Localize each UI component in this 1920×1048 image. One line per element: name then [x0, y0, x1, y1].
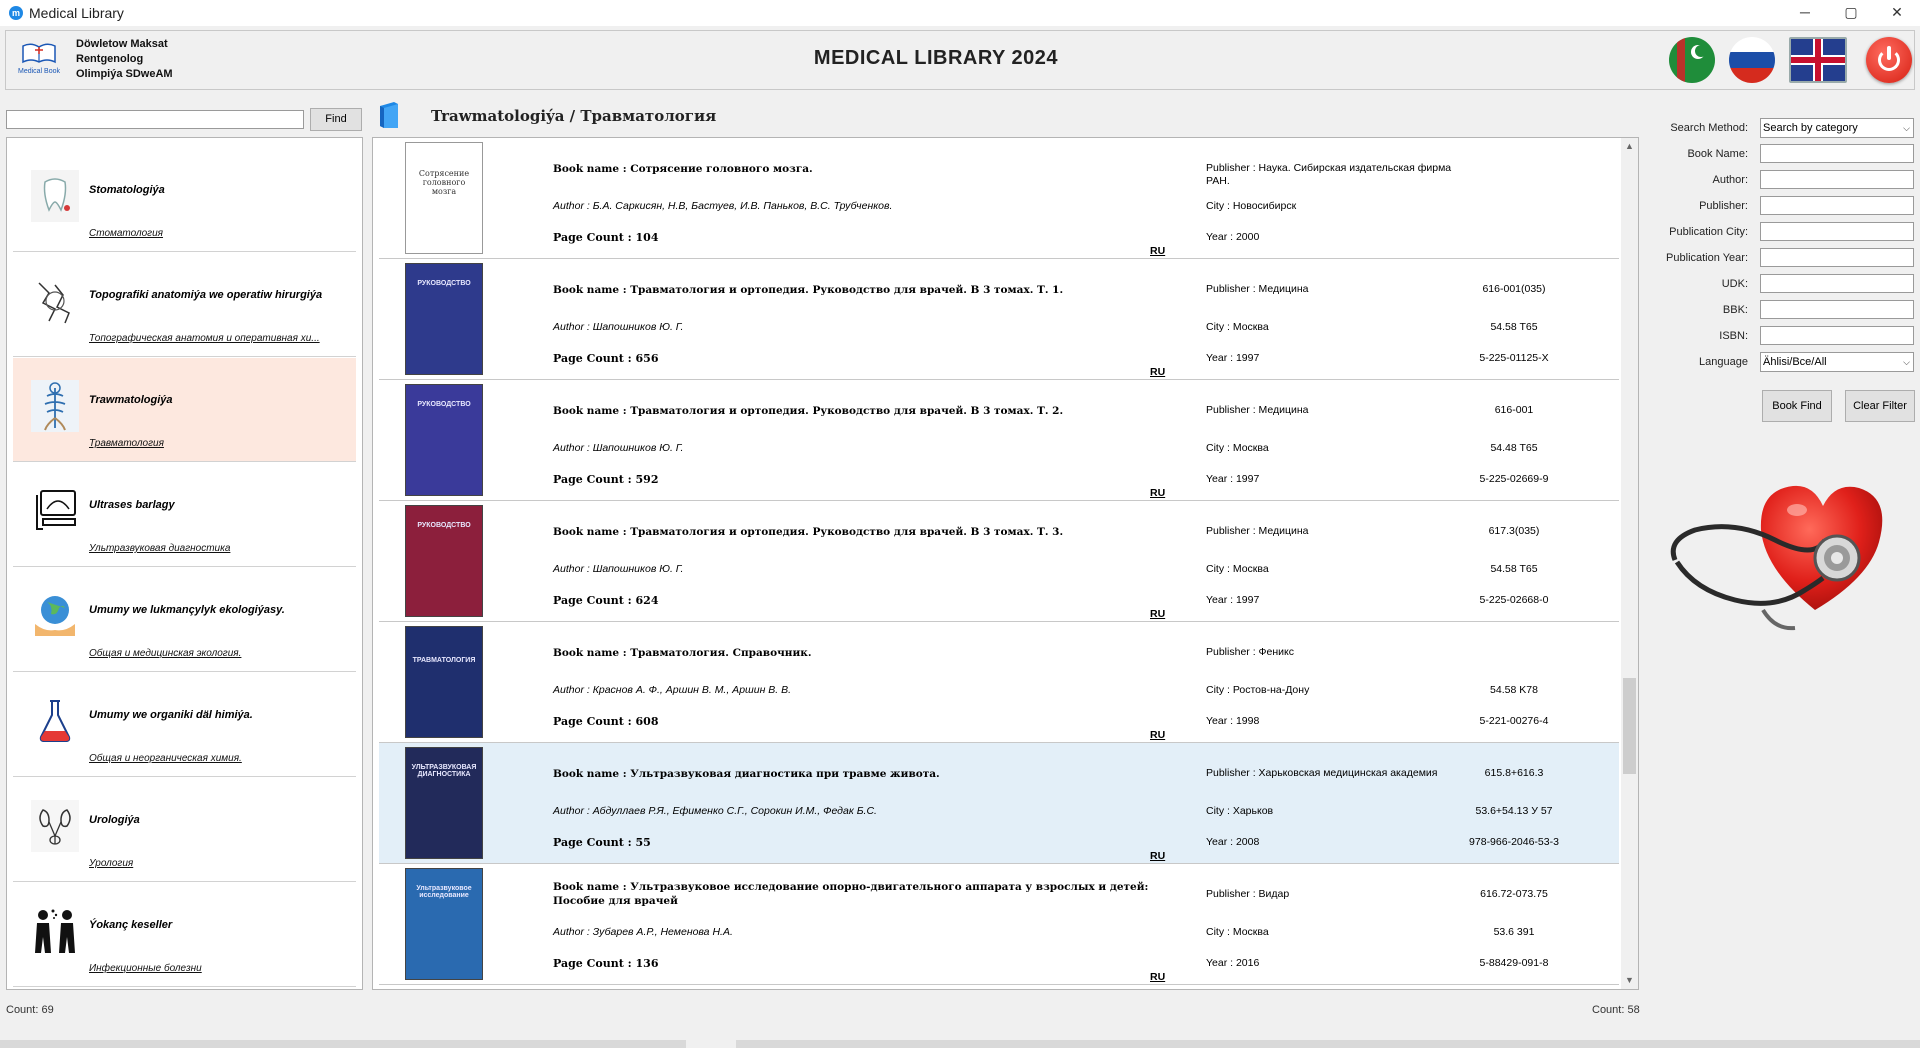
heart-stethoscope-icon: [1670, 485, 1883, 631]
ultrasound-icon: [36, 490, 76, 530]
udk-input[interactable]: [1760, 274, 1914, 293]
book-find-button[interactable]: Book Find: [1762, 390, 1832, 422]
books-count: Count: 58: [1592, 1004, 1640, 1016]
publication-year-label: Publication Year:: [1666, 252, 1748, 264]
book-list: Сотрясение головного мозга Book name : С…: [372, 137, 1639, 990]
book-cover: РУКОВОДСТВО: [405, 263, 483, 375]
bbk-label: BBK:: [1722, 304, 1748, 316]
publisher-label: Publisher:: [1699, 200, 1748, 212]
skeleton-icon: [31, 380, 79, 432]
category-item-umumy-himiya[interactable]: Umumy we organiki däl himiýa. Общая и не…: [13, 673, 356, 777]
category-item-stomatologiya[interactable]: Stomatologiýa Стоматология: [13, 148, 356, 252]
category-count: Count: 69: [6, 1004, 54, 1016]
russian-flag-button[interactable]: [1729, 37, 1775, 83]
publication-city-input[interactable]: [1760, 222, 1914, 241]
english-flag-button[interactable]: [1789, 37, 1847, 83]
language-link[interactable]: RU: [1150, 850, 1165, 862]
scroll-thumb[interactable]: [1623, 678, 1636, 774]
book-category-icon: [380, 102, 398, 128]
minimize-button[interactable]: ─: [1782, 0, 1828, 26]
publisher-input[interactable]: [1760, 196, 1914, 215]
language-link[interactable]: RU: [1150, 245, 1165, 257]
scroll-down-icon[interactable]: ▼: [1621, 972, 1638, 989]
book-row[interactable]: ТРАВМАТОЛОГИЯ Book name : Травматология.…: [379, 622, 1619, 743]
language-select[interactable]: Ählisi/Все/All ⌵: [1760, 352, 1914, 372]
book-cover: РУКОВОДСТВО: [405, 505, 483, 617]
taskbar-strip: [0, 1040, 1920, 1048]
category-search-input[interactable]: [6, 110, 304, 129]
category-header: Trawmatologiýa / Травматология: [431, 107, 717, 125]
anatomy-icon: [38, 282, 70, 324]
book-name-input[interactable]: [1760, 144, 1914, 163]
app-title: MEDICAL LIBRARY 2024: [813, 47, 1059, 69]
search-method-select[interactable]: Search by category ⌵: [1760, 118, 1914, 138]
book-cover: РУКОВОДСТВО: [405, 384, 483, 496]
category-item-ultrases-barlagy[interactable]: Ultrases barlagy Ультразвуковая диагност…: [13, 463, 356, 567]
bbk-input[interactable]: [1760, 300, 1914, 319]
globe-icon: [35, 596, 75, 636]
udk-label: UDK:: [1721, 278, 1748, 290]
search-method-label: Search Method:: [1670, 122, 1748, 134]
chevron-down-icon: ⌵: [1903, 357, 1910, 367]
books-scrollbar[interactable]: ▲ ▼: [1621, 138, 1638, 989]
book-cover: ТРАВМАТОЛОГИЯ: [405, 626, 483, 738]
language-link[interactable]: RU: [1150, 971, 1165, 983]
language-link[interactable]: RU: [1150, 366, 1165, 378]
window-title: Medical Library: [29, 5, 124, 21]
title-bar: m Medical Library ─ ▢ ✕: [0, 0, 1920, 26]
book-cover: УЛЬТРАЗВУКОВАЯ ДИАГНОСТИКА: [405, 747, 483, 859]
book-row[interactable]: Ультразвуковое исследование Book name : …: [379, 864, 1619, 985]
app-icon: m: [9, 6, 23, 20]
language-link[interactable]: RU: [1150, 729, 1165, 741]
app-header: Medical Book Döwletow Maksat Rentgenolog…: [5, 30, 1915, 90]
close-window-button[interactable]: ✕: [1874, 0, 1920, 26]
power-off-button[interactable]: [1866, 37, 1912, 83]
clear-filter-button[interactable]: Clear Filter: [1845, 390, 1915, 422]
category-item-trawmatologiya[interactable]: Trawmatologiýa Травматология: [13, 358, 356, 462]
category-item-yokanc-keseller[interactable]: Ýokanç keseller Инфекционные болезни: [13, 883, 356, 987]
kidney-icon: [31, 800, 79, 852]
isbn-label: ISBN:: [1719, 330, 1748, 342]
book-cover: Сотрясение головного мозга: [405, 142, 483, 254]
book-row[interactable]: РУКОВОДСТВО Book name : Травматология и …: [379, 380, 1619, 501]
book-row[interactable]: РУКОВОДСТВО Book name : Травматология и …: [379, 259, 1619, 380]
language-link[interactable]: RU: [1150, 487, 1165, 499]
book-row-selected[interactable]: УЛЬТРАЗВУКОВАЯ ДИАГНОСТИКА Book name : У…: [379, 743, 1619, 864]
isbn-input[interactable]: [1760, 326, 1914, 345]
category-item-urologiya[interactable]: Urologiýa Урология: [13, 778, 356, 882]
book-row[interactable]: Сотрясение головного мозга Book name : С…: [379, 138, 1619, 259]
book-cover: Ультразвуковое исследование: [405, 868, 483, 980]
category-list: Stomatologiýa Стоматология Topografiki a…: [6, 137, 363, 990]
book-name-label: Book Name:: [1687, 148, 1748, 160]
find-button[interactable]: Find: [310, 108, 362, 131]
publication-city-label: Publication City:: [1669, 226, 1748, 238]
maximize-button[interactable]: ▢: [1828, 0, 1874, 26]
flask-icon: [39, 700, 71, 742]
infection-icon: [35, 909, 75, 953]
turkmen-flag-button[interactable]: [1669, 37, 1715, 83]
tooth-icon: [31, 170, 79, 222]
book-row[interactable]: РУКОВОДСТВО Book name : Травматология и …: [379, 501, 1619, 622]
language-label: Language: [1699, 356, 1748, 368]
category-item-umumy-ekologiya[interactable]: Umumy we lukmançylyk ekologiýasy. Общая …: [13, 568, 356, 672]
author-input[interactable]: [1760, 170, 1914, 189]
chevron-down-icon: ⌵: [1903, 123, 1910, 133]
language-link[interactable]: RU: [1150, 608, 1165, 620]
publication-year-input[interactable]: [1760, 248, 1914, 267]
author-label: Author:: [1712, 174, 1748, 186]
category-item-topografiki-anatomiya[interactable]: Topografiki anatomiýa we operatiw hirurg…: [13, 253, 356, 357]
